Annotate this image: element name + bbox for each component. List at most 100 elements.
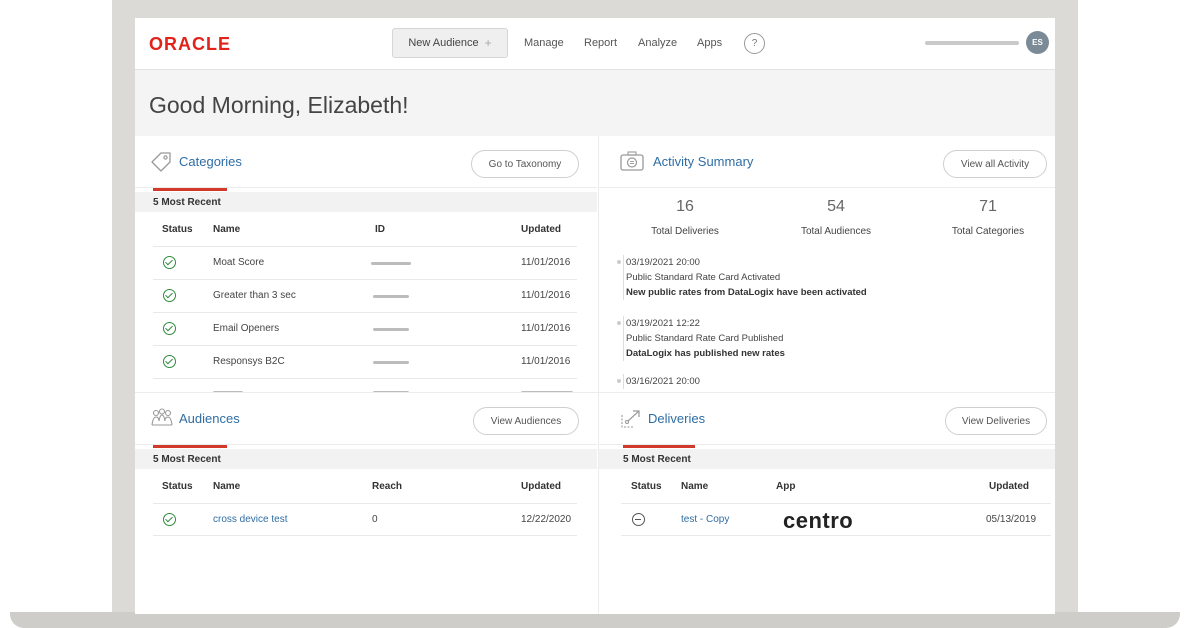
col-id: ID bbox=[375, 224, 385, 235]
categories-title: Categories bbox=[179, 154, 242, 169]
new-audience-label: New Audience bbox=[408, 37, 479, 49]
laptop-base bbox=[10, 612, 1180, 628]
row-id-redacted bbox=[373, 361, 409, 364]
greeting-band: Good Morning, Elizabeth! bbox=[135, 70, 1055, 136]
active-status-icon bbox=[163, 322, 176, 335]
row-name: Moat Score bbox=[213, 257, 265, 268]
col-status: Status bbox=[162, 481, 193, 492]
active-status-icon bbox=[163, 256, 176, 269]
active-status-icon bbox=[163, 289, 176, 302]
stat-value: 71 bbox=[979, 198, 997, 215]
active-status-icon bbox=[163, 513, 176, 526]
categories-header: Categories Go to Taxonomy bbox=[135, 136, 597, 188]
row-name: Responsys B2C bbox=[213, 356, 285, 367]
row-name: Greater than 3 sec bbox=[213, 290, 296, 301]
row-name: Email Openers bbox=[213, 323, 280, 334]
table-row[interactable]: Greater than 3 sec 11/01/2016 bbox=[153, 279, 577, 312]
col-reach: Reach bbox=[372, 481, 403, 492]
row-id-redacted bbox=[373, 328, 409, 331]
view-audiences-button[interactable]: View Audiences bbox=[473, 407, 579, 435]
recent-label: 5 Most Recent bbox=[135, 192, 597, 212]
delivery-export-icon bbox=[621, 410, 640, 428]
event-title: Public Standard Rate Card Published bbox=[626, 333, 784, 344]
audience-name-link[interactable]: cross device test bbox=[213, 514, 287, 525]
delivery-name-link[interactable]: test - Copy bbox=[681, 514, 729, 525]
activity-event: 03/19/2021 20:00 Public Standard Rate Ca… bbox=[623, 255, 867, 300]
row-updated: 05/13/2019 bbox=[986, 514, 1037, 525]
deliveries-title: Deliveries bbox=[648, 411, 706, 426]
tag-icon bbox=[151, 152, 171, 172]
col-updated: Updated bbox=[521, 224, 561, 235]
table-row[interactable]: Moat Score 11/01/2016 bbox=[153, 246, 577, 279]
stat-audiences: 54 Total Audiences bbox=[761, 198, 911, 237]
row-updated: 11/01/2016 bbox=[521, 257, 571, 268]
audiences-title: Audiences bbox=[179, 411, 240, 426]
col-updated: Updated bbox=[989, 481, 1029, 492]
camera-icon bbox=[620, 151, 644, 171]
event-time: 03/19/2021 20:00 bbox=[626, 257, 700, 268]
nav-analyze[interactable]: Analyze bbox=[638, 37, 677, 49]
col-app: App bbox=[776, 481, 796, 492]
recent-label: 5 Most Recent bbox=[599, 449, 1055, 469]
categories-panel: Categories Go to Taxonomy 5 Most Recent … bbox=[135, 136, 597, 392]
audiences-header: Audiences View Audiences bbox=[135, 393, 597, 445]
recent-label: 5 Most Recent bbox=[135, 449, 597, 469]
audience-group-icon bbox=[151, 408, 173, 426]
col-updated: Updated bbox=[521, 481, 561, 492]
new-audience-button[interactable]: New Audience + bbox=[392, 28, 508, 58]
row-updated: 11/01/2016 bbox=[521, 356, 571, 367]
col-status: Status bbox=[162, 224, 193, 235]
table-row[interactable]: Email Openers 11/01/2016 bbox=[153, 312, 577, 345]
row-id-redacted bbox=[373, 295, 409, 298]
row-updated: 11/01/2016 bbox=[521, 290, 571, 301]
activity-panel: Activity Summary View all Activity 16 To… bbox=[598, 136, 1055, 392]
activity-header: Activity Summary View all Activity bbox=[599, 136, 1055, 188]
col-name: Name bbox=[213, 481, 241, 492]
row-reach: 0 bbox=[372, 514, 378, 525]
stat-value: 16 bbox=[676, 198, 694, 215]
table-row[interactable]: test - Copy centro 05/13/2019 bbox=[621, 503, 1051, 536]
deliveries-header: Deliveries View Deliveries bbox=[599, 393, 1055, 445]
accent-bar bbox=[623, 445, 695, 448]
row-id-redacted bbox=[371, 262, 411, 265]
deliveries-panel: Deliveries View Deliveries 5 Most Recent… bbox=[598, 393, 1055, 614]
table-row[interactable]: cross device test 0 12/22/2020 bbox=[153, 503, 577, 536]
stat-label: Total Categories bbox=[951, 226, 1025, 237]
row-updated: 11/01/2016 bbox=[521, 323, 571, 334]
event-title: Public Standard Rate Card Activated bbox=[626, 272, 781, 283]
top-bar: ORACLE New Audience + Manage Report Anal… bbox=[135, 18, 1055, 70]
timeline-dot bbox=[617, 379, 621, 383]
plus-icon: + bbox=[484, 36, 492, 50]
nav-report[interactable]: Report bbox=[584, 37, 617, 49]
table-row[interactable]: Responsys B2C 11/01/2016 bbox=[153, 345, 577, 378]
oracle-logo[interactable]: ORACLE bbox=[149, 34, 231, 55]
timeline-dot bbox=[617, 321, 621, 325]
go-to-taxonomy-button[interactable]: Go to Taxonomy bbox=[471, 150, 579, 178]
row-updated: 12/22/2020 bbox=[521, 514, 572, 525]
accent-bar bbox=[153, 445, 227, 448]
nav-manage[interactable]: Manage bbox=[524, 37, 564, 49]
activity-event: 03/19/2021 12:22 Public Standard Rate Ca… bbox=[623, 316, 785, 361]
help-icon[interactable]: ? bbox=[744, 33, 765, 54]
active-status-icon bbox=[163, 355, 176, 368]
stat-label: Total Audiences bbox=[800, 226, 872, 237]
nav-apps[interactable]: Apps bbox=[697, 37, 722, 49]
app-screen: ORACLE New Audience + Manage Report Anal… bbox=[135, 18, 1055, 614]
timeline-dot bbox=[617, 260, 621, 264]
event-time: 03/19/2021 12:22 bbox=[626, 318, 700, 329]
view-deliveries-button[interactable]: View Deliveries bbox=[945, 407, 1047, 435]
app-logo: centro bbox=[783, 508, 854, 533]
event-time: 03/16/2021 20:00 bbox=[626, 376, 700, 387]
inactive-status-icon bbox=[632, 513, 645, 526]
activity-title: Activity Summary bbox=[653, 154, 754, 169]
user-name-redacted bbox=[925, 41, 1019, 45]
stat-categories: 71 Total Categories bbox=[913, 198, 1055, 237]
greeting-title: Good Morning, Elizabeth! bbox=[149, 92, 409, 118]
avatar[interactable]: ES bbox=[1026, 31, 1049, 54]
audiences-panel: Audiences View Audiences 5 Most Recent S… bbox=[135, 393, 597, 614]
accent-bar bbox=[153, 188, 227, 191]
col-name: Name bbox=[213, 224, 241, 235]
table-row-partial[interactable] bbox=[153, 378, 577, 392]
view-all-activity-button[interactable]: View all Activity bbox=[943, 150, 1047, 178]
col-status: Status bbox=[631, 481, 662, 492]
